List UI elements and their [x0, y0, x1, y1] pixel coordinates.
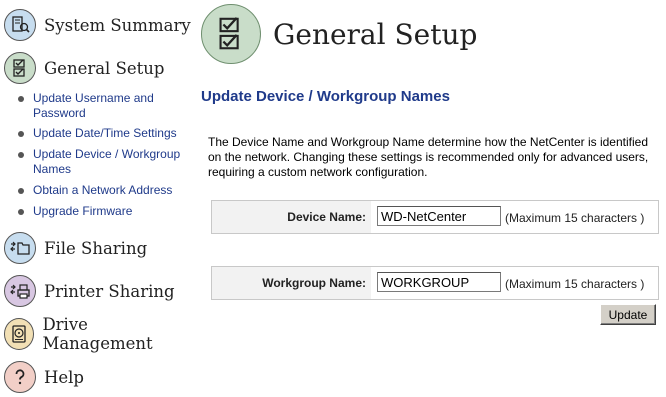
nav-general-setup[interactable]: General Setup [4, 50, 164, 86]
submenu-upgrade-firmware[interactable]: Upgrade Firmware [18, 204, 193, 219]
nav-file-sharing[interactable]: File Sharing [4, 230, 147, 266]
description-text: The Device Name and Workgroup Name deter… [208, 135, 649, 179]
nav-drive-management[interactable]: Drive Management [4, 315, 195, 353]
page-title: General Setup [273, 18, 478, 51]
device-name-label: Device Name: [212, 201, 371, 233]
submenu-label: Update Date/Time Settings [33, 126, 177, 140]
submenu-update-username-password[interactable]: Update Username and Password [18, 91, 193, 121]
update-button[interactable]: Update [600, 304, 656, 325]
bullet-icon [18, 209, 24, 215]
nav-printer-sharing[interactable]: Printer Sharing [4, 273, 175, 309]
nav-general-setup-label: General Setup [44, 58, 165, 78]
nav-system-summary-label: System Summary [44, 15, 191, 35]
device-name-hint: (Maximum 15 characters ) [505, 211, 645, 225]
sidebar-nav: System Summary General Setup Update User… [0, 0, 195, 397]
system-summary-icon [4, 9, 36, 41]
drive-icon [4, 318, 35, 350]
submenu-obtain-network-address[interactable]: Obtain a Network Address [18, 183, 193, 198]
workgroup-name-hint: (Maximum 15 characters ) [505, 277, 645, 291]
main-content: General Setup Update Device / Workgroup … [195, 0, 666, 397]
bullet-icon [18, 152, 24, 158]
nav-printer-sharing-label: Printer Sharing [44, 281, 175, 301]
submenu-update-device-workgroup[interactable]: Update Device / Workgroup Names [18, 147, 193, 177]
nav-help[interactable]: Help [4, 359, 84, 395]
checklist-icon [4, 52, 36, 84]
nav-file-sharing-label: File Sharing [44, 238, 148, 258]
bullet-icon [18, 188, 24, 194]
device-name-input[interactable] [377, 206, 501, 226]
submenu-label: Upgrade Firmware [33, 204, 133, 218]
section-heading: Update Device / Workgroup Names [201, 88, 450, 105]
nav-drive-management-label: Drive Management [42, 315, 153, 353]
help-icon [4, 361, 36, 393]
workgroup-name-input[interactable] [377, 272, 501, 292]
submenu-label: Obtain a Network Address [33, 183, 173, 197]
submenu-label: Update Username and Password [33, 91, 154, 120]
workgroup-name-row: Workgroup Name: (Maximum 15 characters ) [211, 266, 659, 300]
bullet-icon [18, 131, 24, 137]
workgroup-name-label: Workgroup Name: [212, 267, 371, 299]
bullet-icon [18, 96, 24, 102]
checklist-icon [201, 4, 261, 64]
device-name-row: Device Name: (Maximum 15 characters ) [211, 200, 659, 234]
file-sharing-icon [4, 232, 36, 264]
nav-system-summary[interactable]: System Summary [4, 7, 191, 43]
submenu-label: Update Device / Workgroup Names [33, 147, 181, 176]
submenu-update-date-time[interactable]: Update Date/Time Settings [18, 126, 193, 141]
printer-sharing-icon [4, 275, 36, 307]
nav-help-label: Help [44, 367, 84, 387]
